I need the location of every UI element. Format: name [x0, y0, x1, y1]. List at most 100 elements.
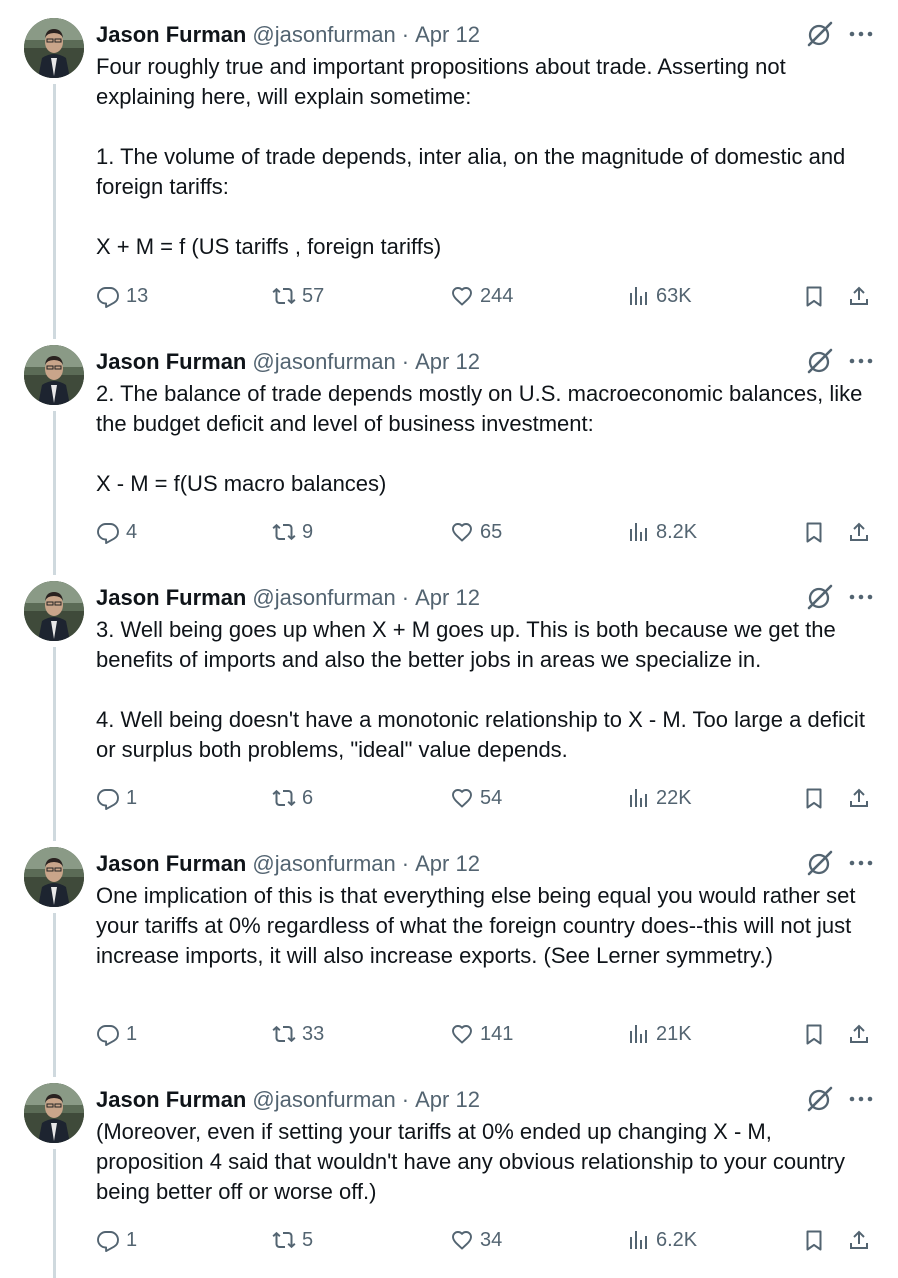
share-button[interactable]	[847, 519, 871, 545]
tweet-paragraph: (Moreover, even if setting your tariffs …	[96, 1119, 845, 1204]
grok-icon[interactable]	[806, 583, 834, 611]
grok-icon[interactable]	[806, 849, 834, 877]
author-name[interactable]: Jason Furman	[96, 22, 246, 48]
tweet-date[interactable]: Apr 12	[415, 585, 480, 611]
tweet-actions: 4 9 65 8.2K	[96, 519, 876, 545]
share-button[interactable]	[847, 1227, 871, 1253]
thread-connector-line	[53, 84, 56, 339]
author-name[interactable]: Jason Furman	[96, 851, 246, 877]
repost-count: 6	[302, 786, 314, 809]
author-handle[interactable]: @jasonfurman	[252, 349, 395, 375]
repost-button[interactable]: 33	[272, 1021, 324, 1047]
bookmark-icon	[802, 786, 826, 810]
thread-connector-line	[53, 411, 56, 575]
heart-icon	[450, 1228, 480, 1252]
reply-count: 1	[126, 1022, 138, 1045]
share-button[interactable]	[847, 283, 871, 309]
tweet-header: Jason Furman @jasonfurman · Apr 12	[96, 21, 480, 49]
reply-count: 4	[126, 520, 138, 543]
author-handle[interactable]: @jasonfurman	[252, 22, 395, 48]
author-name[interactable]: Jason Furman	[96, 1087, 246, 1113]
avatar[interactable]	[24, 345, 84, 405]
views-count: 63K	[656, 284, 692, 307]
tweet-date[interactable]: Apr 12	[415, 1087, 480, 1113]
bookmark-icon	[802, 284, 826, 308]
repost-button[interactable]: 57	[272, 283, 324, 309]
reply-count: 1	[126, 1228, 138, 1251]
like-button[interactable]: 54	[450, 785, 502, 811]
like-button[interactable]: 141	[450, 1021, 513, 1047]
avatar[interactable]	[24, 18, 84, 78]
repost-count: 9	[302, 520, 314, 543]
reply-icon	[96, 1228, 126, 1252]
views-button[interactable]: 63K	[626, 283, 692, 309]
bookmark-button[interactable]	[802, 283, 826, 309]
share-button[interactable]	[847, 1021, 871, 1047]
repost-icon	[272, 786, 302, 810]
heart-icon	[450, 786, 480, 810]
bookmark-button[interactable]	[802, 1227, 826, 1253]
repost-count: 5	[302, 1228, 314, 1251]
more-icon[interactable]	[848, 1085, 874, 1113]
like-button[interactable]: 65	[450, 519, 502, 545]
grok-icon[interactable]	[806, 347, 834, 375]
tweet-header: Jason Furman @jasonfurman · Apr 12	[96, 850, 480, 878]
tweet-paragraph: X + M = f (US tariffs , foreign tariffs)	[96, 234, 442, 259]
views-button[interactable]: 22K	[626, 785, 692, 811]
heart-icon	[450, 520, 480, 544]
grok-icon[interactable]	[806, 20, 834, 48]
repost-count: 57	[302, 284, 325, 307]
tweet-date[interactable]: Apr 12	[415, 851, 480, 877]
more-icon[interactable]	[848, 849, 874, 877]
thread-connector-line	[53, 913, 56, 1077]
author-name[interactable]: Jason Furman	[96, 349, 246, 375]
bookmark-button[interactable]	[802, 1021, 826, 1047]
like-button[interactable]: 244	[450, 283, 513, 309]
bookmark-icon	[802, 1022, 826, 1046]
tweet-header: Jason Furman @jasonfurman · Apr 12	[96, 1086, 480, 1114]
reply-button[interactable]: 1	[96, 785, 137, 811]
tweet-paragraph: 3. Well being goes up when X + M goes up…	[96, 617, 836, 672]
reply-button[interactable]: 1	[96, 1021, 137, 1047]
reply-icon	[96, 1022, 126, 1046]
bookmark-button[interactable]	[802, 785, 826, 811]
avatar[interactable]	[24, 847, 84, 907]
views-button[interactable]: 6.2K	[626, 1227, 697, 1253]
share-icon	[847, 284, 871, 308]
bookmark-button[interactable]	[802, 519, 826, 545]
tweet-actions: 1 6 54 22K	[96, 785, 876, 811]
reply-button[interactable]: 4	[96, 519, 137, 545]
thread-connector-line	[53, 647, 56, 841]
avatar[interactable]	[24, 1083, 84, 1143]
repost-button[interactable]: 6	[272, 785, 313, 811]
repost-icon	[272, 1228, 302, 1252]
author-handle[interactable]: @jasonfurman	[252, 1087, 395, 1113]
more-icon[interactable]	[848, 20, 874, 48]
views-button[interactable]: 8.2K	[626, 519, 697, 545]
author-handle[interactable]: @jasonfurman	[252, 851, 395, 877]
grok-icon[interactable]	[806, 1085, 834, 1113]
tweet-paragraph: X - M = f(US macro balances)	[96, 471, 387, 496]
tweet-header: Jason Furman @jasonfurman · Apr 12	[96, 348, 480, 376]
reply-count: 13	[126, 284, 149, 307]
reply-button[interactable]: 1	[96, 1227, 137, 1253]
avatar[interactable]	[24, 581, 84, 641]
tweet-date[interactable]: Apr 12	[415, 349, 480, 375]
share-button[interactable]	[847, 785, 871, 811]
more-icon[interactable]	[848, 347, 874, 375]
thread-connector-line	[53, 1149, 56, 1278]
more-icon[interactable]	[848, 583, 874, 611]
reply-button[interactable]: 13	[96, 283, 148, 309]
tweet-paragraph: 4. Well being doesn't have a monotonic r…	[96, 707, 865, 762]
like-button[interactable]: 34	[450, 1227, 502, 1253]
share-icon	[847, 520, 871, 544]
author-handle[interactable]: @jasonfurman	[252, 585, 395, 611]
tweet-date[interactable]: Apr 12	[415, 22, 480, 48]
views-count: 8.2K	[656, 520, 698, 543]
views-button[interactable]: 21K	[626, 1021, 692, 1047]
reply-icon	[96, 786, 126, 810]
repost-button[interactable]: 9	[272, 519, 313, 545]
reply-icon	[96, 520, 126, 544]
author-name[interactable]: Jason Furman	[96, 585, 246, 611]
repost-button[interactable]: 5	[272, 1227, 313, 1253]
